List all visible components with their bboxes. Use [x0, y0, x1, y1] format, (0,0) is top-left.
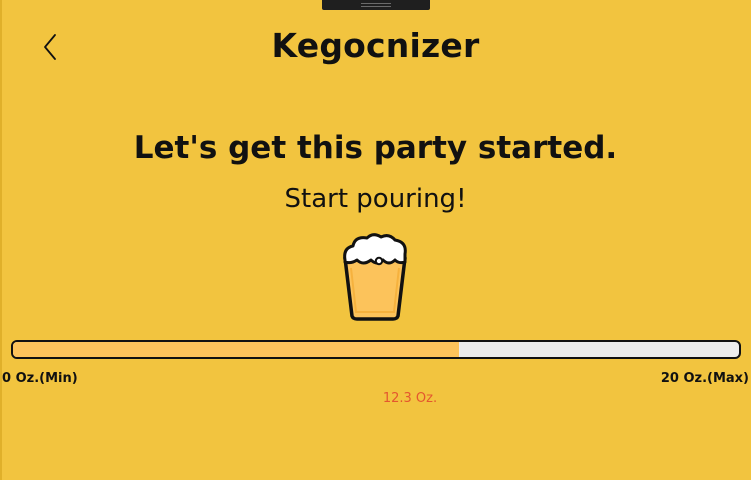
headline: Let's get this party started.: [133, 130, 618, 166]
pour-progress-fill: [13, 342, 460, 357]
pour-progress-bar: [11, 340, 741, 359]
page-title: Kegocnizer: [271, 26, 480, 65]
instruction-text: Start pouring!: [284, 184, 467, 214]
min-label: 0 Oz.(Min): [2, 371, 78, 386]
window-title-bar-handle[interactable]: [322, 0, 430, 10]
current-pour-value: 12.3 Oz.: [382, 391, 438, 406]
beer-glass-icon: [343, 233, 407, 321]
window-left-border: [0, 0, 2, 480]
max-label: 20 Oz.(Max): [660, 371, 749, 386]
grip-line: [361, 6, 391, 7]
grip-line: [361, 3, 391, 4]
